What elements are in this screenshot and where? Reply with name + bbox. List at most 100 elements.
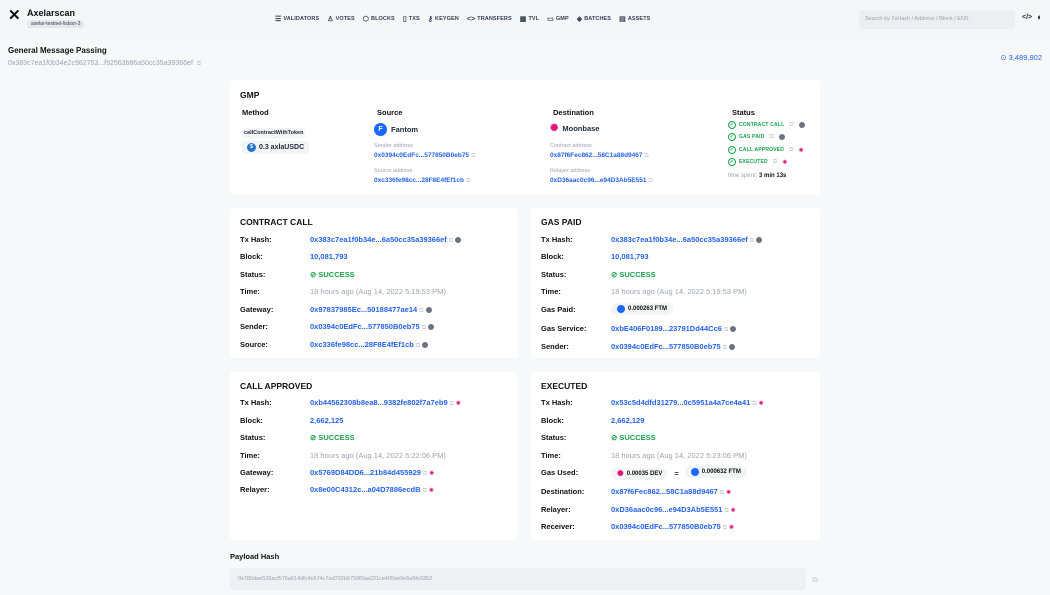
copy-icon[interactable]: ⧉ <box>471 153 475 159</box>
source-address[interactable]: 0xc336fe98cc...28F8E4fEf1cb ⧉ <box>374 177 470 185</box>
axelar-logo-icon[interactable]: ✕ <box>8 8 22 23</box>
explorer-icon[interactable] <box>422 342 429 349</box>
explorer-icon[interactable]: ✺ <box>456 401 461 407</box>
step-gas-paid[interactable]: ✓ GAS PAID ⧉ <box>728 133 785 141</box>
nav-item-keygen[interactable]: ⚷ KEYGEN <box>428 15 459 23</box>
gas-paid-card: GAS PAID Tx Hash: Block: Status: Time: G… <box>531 208 820 358</box>
step-executed[interactable]: ✓ EXECUTED ⧉ ✺ <box>728 158 788 166</box>
brand-name[interactable]: Axelarscan <box>27 8 84 18</box>
copy-icon[interactable]: ⧉ <box>789 147 793 154</box>
latest-block[interactable]: ⊙ 3,489,902 <box>1000 53 1042 62</box>
copy-icon[interactable]: ⧉ <box>450 401 454 407</box>
explorer-icon[interactable] <box>798 122 805 128</box>
nav-item-batches[interactable]: ◈ BATCHES <box>577 15 611 23</box>
nav-item-blocks[interactable]: ⬡ BLOCKS <box>363 15 395 23</box>
explorer-icon[interactable]: ✺ <box>429 471 434 477</box>
explorer-icon[interactable] <box>778 134 785 140</box>
contract-address[interactable]: 0x87f6Fec862...58C1a88d9467 ⧉ <box>550 152 649 160</box>
copy-icon[interactable]: ⧉ <box>423 471 427 477</box>
gateway-address[interactable]: 0x5769D84DD6...21b84d455929 ⧉ ✺ <box>310 468 434 478</box>
payload-hash-value[interactable]: 0x780dae528acf576a614dfc4e574c7ad702b575… <box>230 568 806 590</box>
block-link[interactable]: 10,081,793 <box>310 252 348 261</box>
receiver-address[interactable]: 0x0394c0EdFc...577850B0eb75 ⧉ ✺ <box>611 522 734 532</box>
explorer-icon[interactable]: ✺ <box>759 401 764 407</box>
explorer-icon[interactable]: ✺ <box>429 488 434 494</box>
sender-address-label: Sender address <box>374 143 413 149</box>
nav-item-validators[interactable]: ☰ VALIDATORS <box>275 15 319 23</box>
tx-hash[interactable]: 0x53c5d4dfd31279...0c5951a4a7ce4a41 ⧉ ✺ <box>611 398 764 408</box>
explorer-icon[interactable] <box>425 307 432 314</box>
source-address[interactable]: 0xc336fe98cc...28F8E4fEf1cb ⧉ <box>310 340 429 350</box>
theme-toggle-icon[interactable]: ◐ <box>1037 12 1042 22</box>
copy-icon[interactable]: ⧉ <box>466 178 470 184</box>
sender-address[interactable]: 0x0394c0EdFc...577850B0eb75 ⧉ <box>611 342 735 352</box>
gateway-address[interactable]: 0x97837985Ec...50188477ae14 ⧉ <box>310 305 432 315</box>
destination-chain[interactable]: ✺ Moonbase <box>550 123 599 134</box>
sender-address[interactable]: 0x0394c0EdFc...577850B0eb75 ⧉ <box>310 322 434 332</box>
search-input[interactable]: Search by TxHash / Address / Block / ENS <box>859 10 1015 29</box>
copy-icon[interactable]: ⧉ <box>645 153 649 159</box>
nav-item-gmp[interactable]: ▭ GMP <box>547 15 569 23</box>
copy-icon[interactable]: ⧉ <box>752 401 756 407</box>
block-link[interactable]: 2,662,125 <box>310 416 343 425</box>
step-call-approved[interactable]: ✓ CALL APPROVED ⧉ ✺ <box>728 146 804 154</box>
copy-icon[interactable]: ⧉ <box>724 327 728 333</box>
tx-hash[interactable]: 0xb44562308b8ea8...9382fe802f7a7eb9 ⧉ ✺ <box>310 398 461 408</box>
row-label: Time: <box>240 287 260 296</box>
copy-icon[interactable]: ⧉ <box>419 308 423 314</box>
copy-icon[interactable]: ⧉ <box>789 122 793 129</box>
destination-address[interactable]: 0x87f6Fec862...58C1a88d9467 ⧉ ✺ <box>611 487 731 497</box>
check-icon: ✓ <box>728 121 736 129</box>
block-link[interactable]: 10,081,793 <box>611 252 649 261</box>
explorer-icon[interactable] <box>730 326 737 333</box>
copy-icon[interactable]: ⧉ <box>720 490 724 496</box>
copy-icon[interactable]: ⧉ <box>750 238 754 244</box>
nav-item-assets[interactable]: ▤ ASSETS <box>619 15 650 23</box>
copy-icon[interactable]: ⧉ <box>422 325 426 331</box>
copy-icon[interactable]: ⧉ <box>649 178 653 184</box>
copy-icon[interactable]: ⧉ <box>812 575 818 585</box>
source-chain[interactable]: F Fantom <box>374 123 418 136</box>
destination-header: Destination <box>553 108 594 117</box>
status-badge: ⊘ SUCCESS <box>310 433 355 442</box>
copy-icon[interactable]: ⧉ <box>723 525 727 531</box>
sender-address[interactable]: 0x0394c0EdFc...577850B0eb75 ⧉ <box>374 152 475 160</box>
copy-icon[interactable]: ⧉ <box>723 345 727 351</box>
explorer-icon[interactable]: ✺ <box>729 525 734 531</box>
explorer-icon[interactable] <box>455 237 462 244</box>
box-icon: ▤ <box>619 16 626 23</box>
explorer-icon[interactable] <box>756 237 763 244</box>
nav-item-tvl[interactable]: ▦ TVL <box>520 15 539 23</box>
explorer-icon[interactable]: ✺ <box>782 159 787 166</box>
relayer-address[interactable]: 0xD36aac0c96...e94D3Ab5E551 ⧉ <box>550 177 653 185</box>
row-label: Status: <box>240 433 266 442</box>
gas-service-address[interactable]: 0xbE406F0189...23791Dd44Cc6 ⧉ <box>611 324 737 334</box>
page-tx-hash[interactable]: 0x383c7ea1f0b34e2c982753...f92563b86a50c… <box>8 60 201 68</box>
explorer-icon[interactable]: ✺ <box>799 147 804 154</box>
tx-hash[interactable]: 0x383c7ea1f0b34e...6a50cc35a39366ef ⧉ <box>310 235 462 245</box>
step-contract-call[interactable]: ✓ CONTRACT CALL ⧉ <box>728 121 805 129</box>
copy-icon[interactable]: ⧉ <box>416 343 420 349</box>
brand[interactable]: Axelarscan axelar-testnet-lisbon-3 <box>27 8 85 28</box>
copy-icon[interactable]: ⧉ <box>769 134 773 141</box>
copy-icon[interactable]: ⧉ <box>197 61 201 67</box>
nav-item-txs[interactable]: ▯ TXS <box>403 15 420 23</box>
block-link[interactable]: 2,662,129 <box>611 416 644 425</box>
code-icon[interactable]: </> <box>1022 14 1032 21</box>
explorer-icon[interactable] <box>427 324 434 331</box>
relayer-address[interactable]: 0x8e00C4312c...a04D7886ecdB ⧉ ✺ <box>310 485 434 495</box>
explorer-icon[interactable]: ✺ <box>731 508 736 514</box>
tx-hash-text: 0x53c5d4dfd31279...0c5951a4a7ce4a41 <box>611 398 751 407</box>
explorer-icon[interactable]: ✺ <box>726 490 731 496</box>
copy-icon[interactable]: ⧉ <box>773 159 777 166</box>
time-value: 18 hours ago (Aug 14, 2022 5:22:06 PM) <box>310 451 446 460</box>
copy-icon[interactable]: ⧉ <box>423 488 427 494</box>
nav-item-transfers[interactable]: <> TRANSFERS <box>467 15 512 23</box>
copy-icon[interactable]: ⧉ <box>449 238 453 244</box>
nav-item-votes[interactable]: ♙ VOTES <box>327 15 355 23</box>
copy-icon[interactable]: ⧉ <box>724 508 728 514</box>
explorer-icon[interactable] <box>728 344 735 351</box>
tx-hash[interactable]: 0x383c7ea1f0b34e...6a50cc35a39366ef ⧉ <box>611 235 763 245</box>
sender-text: 0x0394c0EdFc...577850B0eb75 <box>310 322 420 331</box>
relayer-address[interactable]: 0xD36aac0c96...e94D3Ab5E551 ⧉ ✺ <box>611 505 736 515</box>
